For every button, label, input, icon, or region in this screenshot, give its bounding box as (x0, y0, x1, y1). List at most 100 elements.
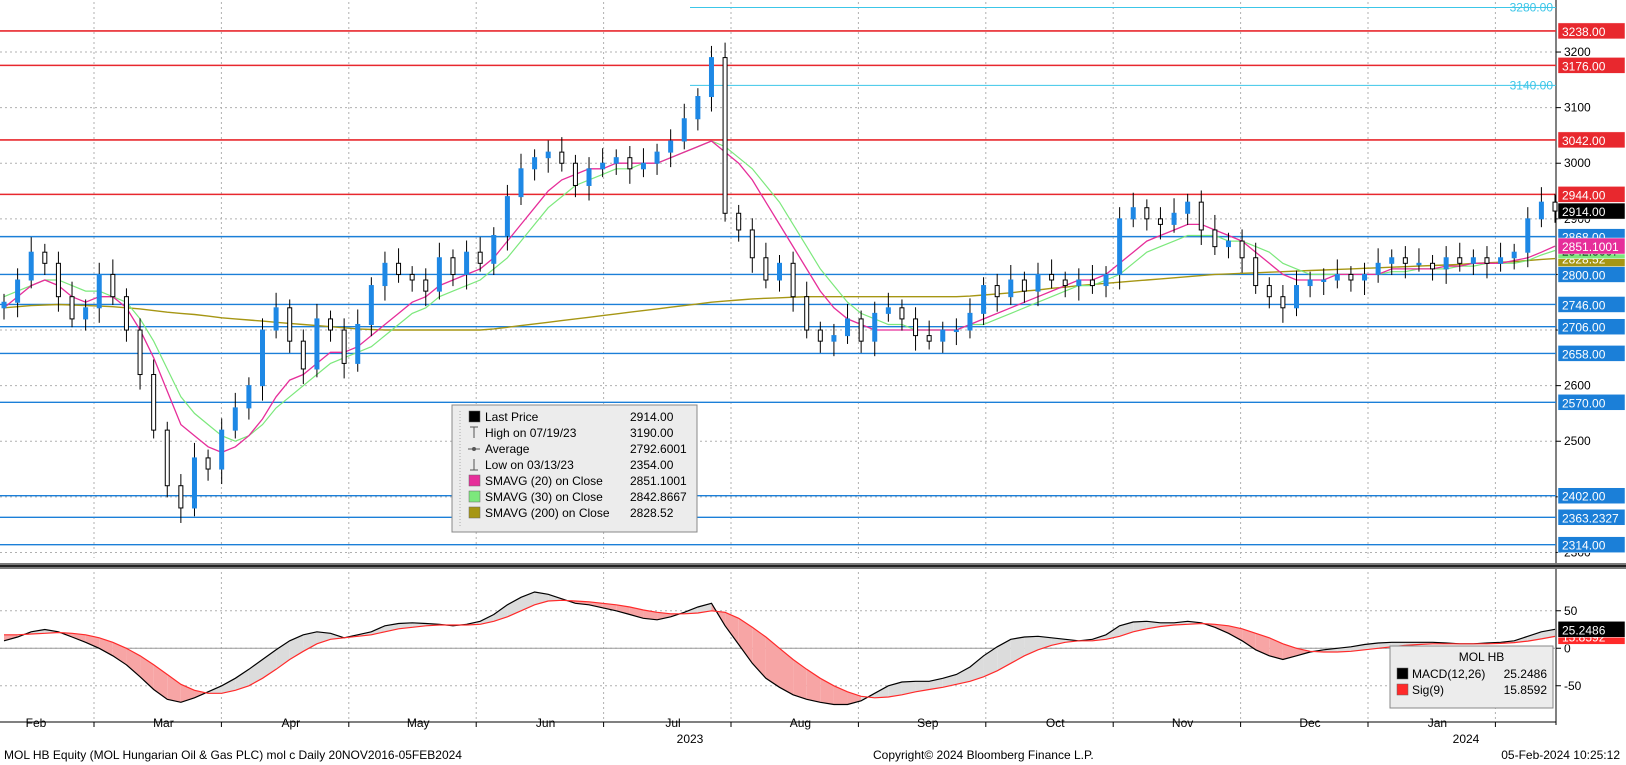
candle-body (477, 251, 483, 264)
candle-body (110, 273, 116, 298)
candle-body (654, 151, 660, 164)
candle-body (368, 285, 374, 325)
candle-body (790, 262, 796, 298)
candle-body (1049, 273, 1055, 281)
candle-body (1144, 207, 1150, 220)
candle-body (450, 257, 456, 275)
x-year-label: 2023 (677, 732, 704, 746)
candle-body (981, 285, 987, 314)
legend-value: 2914.00 (630, 410, 674, 424)
candle-body (736, 212, 742, 231)
resistance-tag: 2944.00 (1562, 188, 1606, 202)
candle-body (151, 374, 157, 431)
candle-body (967, 312, 973, 331)
price-chart: 3140.003280.00 2300240025002600270028002… (0, 0, 1626, 748)
candle-body (817, 329, 823, 342)
legend-swatch (468, 410, 481, 423)
candle-body (1198, 201, 1204, 231)
candle-body (436, 257, 442, 292)
candle-body (409, 273, 415, 281)
candle-body (328, 318, 334, 331)
candle-body (940, 329, 946, 342)
candle-body (28, 251, 34, 281)
x-month-label: May (407, 716, 430, 730)
resistance-tag: 3042.00 (1562, 134, 1606, 148)
candle-body (1307, 279, 1313, 287)
candle-body (1239, 240, 1245, 259)
candle-body (1511, 251, 1517, 259)
candle-body (763, 257, 769, 281)
annotation-label: 3140.00 (1510, 78, 1554, 92)
candle-body (858, 318, 864, 342)
legend-label: SMAVG (30) on Close (485, 490, 603, 504)
candle-body (695, 96, 701, 120)
legend-value: 2851.1001 (630, 474, 687, 488)
chart-background (0, 0, 1626, 748)
candle-body (1552, 201, 1558, 212)
candle-body (899, 307, 905, 320)
x-month-label: Aug (790, 716, 811, 730)
candle-body (396, 262, 402, 275)
macd-legend-title: MOL HB (1459, 650, 1505, 664)
candle-body (627, 157, 633, 170)
candle-body (1416, 262, 1422, 266)
candle-body (137, 329, 143, 376)
candle-body (1321, 279, 1327, 282)
candle-body (1117, 218, 1123, 275)
candle-body (572, 162, 578, 186)
x-month-label: Sep (917, 716, 939, 730)
candle-body (178, 485, 184, 509)
candle-body (1212, 229, 1218, 248)
legend-swatch (468, 490, 481, 503)
legend-value: 2842.8667 (630, 490, 687, 504)
resistance-tag: 3238.00 (1562, 25, 1606, 39)
sma20-tag: 2851.1001 (1562, 240, 1619, 254)
support-tag: 2314.00 (1562, 539, 1606, 553)
candle-body (1443, 257, 1449, 270)
macd-legend-swatch (1396, 667, 1409, 680)
candle-body (1457, 257, 1463, 264)
y-tick-label: 2600 (1564, 379, 1591, 393)
candle-body (831, 335, 837, 342)
candle-body (260, 329, 265, 387)
candle-body (273, 307, 279, 331)
footer-security-description: MOL HB Equity (MOL Hungarian Oil & Gas P… (4, 748, 462, 762)
support-tag: 2706.00 (1562, 321, 1606, 335)
legend-value: 2792.6001 (630, 442, 687, 456)
candle-body (1470, 257, 1476, 264)
candle-body (123, 296, 129, 331)
support-tag: 2363.2327 (1562, 511, 1619, 525)
candle-body (355, 323, 361, 364)
x-month-label: Feb (26, 716, 47, 730)
candle-body (804, 296, 810, 331)
annotation-label: 3280.00 (1510, 1, 1554, 15)
candle-body (1334, 273, 1340, 281)
footer-timestamp: 05-Feb-2024 10:25:12 (1501, 748, 1620, 762)
macd-legend-value: 15.8592 (1504, 683, 1548, 697)
x-month-label: Nov (1172, 716, 1193, 730)
x-month-label: Jul (665, 716, 680, 730)
legend-value: 2828.52 (630, 506, 674, 520)
candle-body (1253, 257, 1259, 287)
candle-body (1402, 257, 1408, 264)
x-month-label: Apr (281, 716, 300, 730)
candle-body (1266, 285, 1272, 298)
candle-body (1076, 279, 1082, 287)
candle-body (1225, 240, 1231, 248)
legend-label: Average (485, 442, 530, 456)
candle-body (532, 157, 538, 170)
macd-legend-label: MACD(12,26) (1412, 667, 1485, 681)
support-tag: 2402.00 (1562, 490, 1606, 504)
candle-body (1130, 207, 1136, 220)
support-tag: 2800.00 (1562, 268, 1606, 282)
candle-body (749, 229, 755, 259)
candle-body (845, 318, 851, 337)
candle-body (96, 273, 102, 309)
candle-body (600, 162, 606, 170)
candle-body (926, 335, 932, 342)
candle-body (287, 307, 293, 342)
legend-swatch (468, 506, 481, 519)
legend-label: SMAVG (200) on Close (485, 506, 610, 520)
candle-body (545, 151, 551, 159)
candle-body (1294, 285, 1299, 309)
